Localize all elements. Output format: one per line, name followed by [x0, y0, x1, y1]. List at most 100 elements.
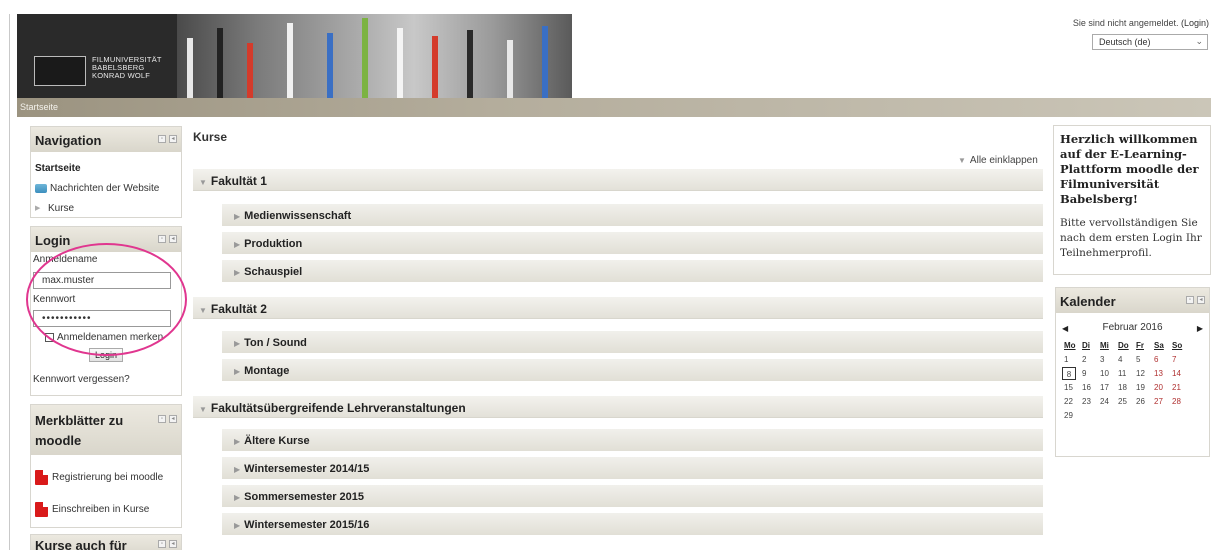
nav-item-news[interactable]: Nachrichten der Website	[35, 178, 177, 198]
forgot-password-link[interactable]: Kennwort vergessen?	[33, 374, 130, 385]
banner-photo	[177, 14, 572, 98]
calendar-day[interactable]: 24	[1100, 395, 1118, 408]
calendar-day[interactable]: 4	[1118, 353, 1136, 366]
block-title: Kurse auch für	[35, 538, 127, 550]
handouts-block: Merkblätter zu moodle ▫ ◂ Registrierung …	[30, 404, 182, 528]
calendar-day[interactable]: 21	[1172, 381, 1190, 394]
subcategory-aeltere-kurse[interactable]: ▶ Ältere Kurse	[222, 429, 1043, 451]
calendar-day[interactable]: 7	[1172, 353, 1190, 366]
handout-item-enrol[interactable]: Einschreiben in Kurse	[35, 493, 177, 525]
dock-icon[interactable]: ▫	[158, 235, 166, 243]
calendar-day[interactable]: 15	[1064, 381, 1082, 394]
nav-home[interactable]: Startseite	[35, 158, 177, 178]
calendar-day[interactable]: 23	[1082, 395, 1100, 408]
calendar-day[interactable]: 14	[1172, 367, 1190, 380]
calendar-day[interactable]: 9	[1082, 367, 1100, 380]
dock-icon[interactable]: ▫	[158, 415, 166, 423]
subcategory-medienwissenschaft[interactable]: ▶ Medienwissenschaft	[222, 204, 1043, 226]
username-input[interactable]: max.muster	[33, 272, 171, 289]
collapse-icon[interactable]: ◂	[169, 135, 177, 143]
calendar-day[interactable]: 28	[1172, 395, 1190, 408]
block-controls: ▫ ◂	[1186, 296, 1205, 304]
calendar-day[interactable]: 18	[1118, 381, 1136, 394]
calendar-day[interactable]: 3	[1100, 353, 1118, 366]
block-header: Login ▫ ◂	[31, 227, 181, 252]
calendar-day[interactable]: 26	[1136, 395, 1154, 408]
calendar-weekday: Mo	[1064, 341, 1076, 350]
language-select[interactable]: Deutsch (de) ⌄	[1092, 34, 1208, 50]
block-controls: ▫ ◂	[158, 135, 177, 143]
calendar-day[interactable]: 12	[1136, 367, 1154, 380]
remember-checkbox[interactable]	[45, 333, 54, 342]
calendar-day[interactable]: 16	[1082, 381, 1100, 394]
subcategory-ss-2015[interactable]: ▶ Sommersemester 2015	[222, 485, 1043, 507]
collapse-all-link[interactable]: ▼ Alle einklappen	[958, 155, 1038, 166]
nav-item-courses[interactable]: ▶ Kurse	[35, 198, 177, 218]
calendar-day[interactable]: 5	[1136, 353, 1154, 366]
calendar-weekday: Sa	[1154, 341, 1164, 350]
next-month-icon[interactable]: ▶	[1197, 324, 1203, 333]
login-button[interactable]: Login	[89, 348, 123, 362]
subcategory-schauspiel[interactable]: ▶ Schauspiel	[222, 260, 1043, 282]
category-fakultaet-1[interactable]: ▼ Fakultät 1	[193, 169, 1043, 191]
collapse-icon[interactable]: ◂	[1197, 296, 1205, 304]
block-title: Navigation	[35, 133, 102, 148]
calendar-day[interactable]: 6	[1154, 353, 1172, 366]
triangle-down-icon: ▼	[958, 156, 966, 165]
calendar-day[interactable]: 27	[1154, 395, 1172, 408]
collapse-icon[interactable]: ◂	[169, 415, 177, 423]
calendar-day[interactable]: 1	[1064, 353, 1082, 366]
subcategory-ws-2015-16[interactable]: ▶ Wintersemester 2015/16	[222, 513, 1043, 535]
block-title: Merkblätter zu	[35, 413, 124, 428]
calendar-day[interactable]: 22	[1064, 395, 1082, 408]
block-controls: ▫ ◂	[158, 235, 177, 243]
dock-icon[interactable]: ▫	[158, 540, 166, 548]
breadcrumb: Startseite	[17, 98, 1211, 117]
calendar-today[interactable]: 8	[1062, 367, 1076, 380]
calendar-day[interactable]: 11	[1118, 367, 1136, 380]
calendar-weekday: Mi	[1100, 341, 1109, 350]
triangle-right-icon: ▶	[234, 339, 241, 348]
breadcrumb-home[interactable]: Startseite	[20, 102, 58, 112]
welcome-text: Bitte vervollständigen Sie nach dem erst…	[1060, 217, 1202, 259]
calendar-weekday: Do	[1118, 341, 1129, 350]
login-block: Login ▫ ◂ Anmeldename max.muster Kennwor…	[30, 226, 182, 396]
calendar-day[interactable]: 2	[1082, 353, 1100, 366]
block-header: Navigation ▫ ◂	[31, 127, 181, 152]
subcategory-ws-2014-15[interactable]: ▶ Wintersemester 2014/15	[222, 457, 1043, 479]
calendar-weekday: So	[1172, 341, 1183, 350]
collapse-icon[interactable]: ◂	[169, 540, 177, 548]
block-header: Kalender ▫ ◂	[1056, 288, 1209, 313]
university-logo[interactable]	[34, 56, 86, 86]
block-controls: ▫ ◂	[158, 415, 177, 423]
chevron-down-icon: ⌄	[1195, 36, 1203, 46]
calendar-grid: Mo Di Mi Do Fr Sa So 1 2 3 4 5 6 7 8 9 10 11 12 13 14 15 16 17 1…	[1062, 339, 1209, 422]
subcategory-ton-sound[interactable]: ▶ Ton / Sound	[222, 331, 1043, 353]
collapse-icon[interactable]: ◂	[169, 235, 177, 243]
block-header: Merkblätter zu moodle ▫ ◂	[31, 405, 181, 455]
triangle-down-icon: ▼	[199, 306, 207, 315]
dock-icon[interactable]: ▫	[158, 135, 166, 143]
handout-item-registration[interactable]: Registrierung bei moodle	[35, 461, 177, 493]
calendar-day[interactable]: 25	[1118, 395, 1136, 408]
password-input[interactable]: •••••••••••	[33, 310, 171, 327]
welcome-block: Herzlich willkommen auf der E-Learning-P…	[1053, 125, 1211, 275]
subcategory-produktion[interactable]: ▶ Produktion	[222, 232, 1043, 254]
pdf-icon	[35, 469, 48, 485]
category-fakultaet-2[interactable]: ▼ Fakultät 2	[193, 297, 1043, 319]
triangle-down-icon: ▼	[199, 178, 207, 187]
calendar-day[interactable]: 10	[1100, 367, 1118, 380]
triangle-right-icon: ▶	[35, 205, 41, 212]
calendar-day[interactable]: 29	[1064, 409, 1082, 422]
login-link[interactable]: (Login)	[1181, 18, 1209, 28]
triangle-right-icon: ▶	[234, 240, 241, 249]
triangle-right-icon: ▶	[234, 493, 241, 502]
category-fakultaetsuebergreifend[interactable]: ▼ Fakultätsübergreifende Lehrveranstaltun…	[193, 396, 1043, 418]
calendar-day[interactable]: 20	[1154, 381, 1172, 394]
subcategory-montage[interactable]: ▶ Montage	[222, 359, 1043, 381]
triangle-right-icon: ▶	[234, 437, 241, 446]
calendar-day[interactable]: 19	[1136, 381, 1154, 394]
calendar-day[interactable]: 13	[1154, 367, 1172, 380]
dock-icon[interactable]: ▫	[1186, 296, 1194, 304]
calendar-day[interactable]: 17	[1100, 381, 1118, 394]
